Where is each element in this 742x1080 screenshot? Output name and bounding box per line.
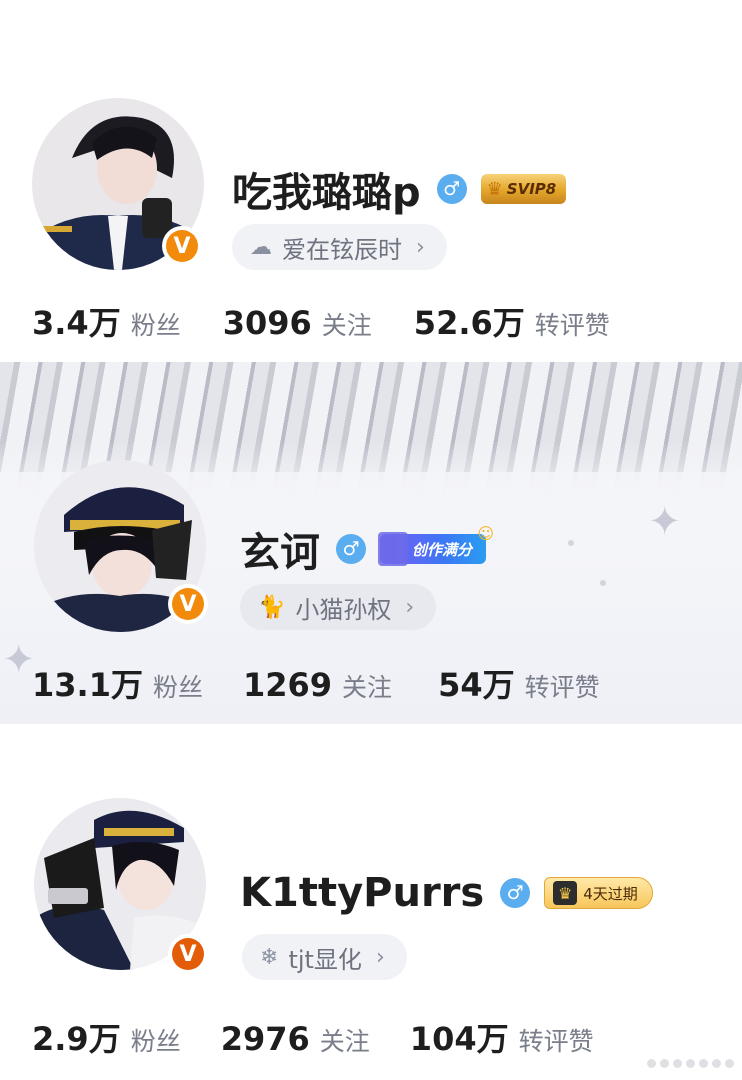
stat-number: 104万	[409, 1020, 509, 1058]
crown-icon: ♛	[486, 178, 503, 200]
sparkle-icon: ✦	[648, 499, 682, 545]
chevron-right-icon: ›	[416, 234, 425, 260]
name-row: 玄诃 ♂ 创作满分 ☺	[240, 520, 494, 578]
stat-followers[interactable]: 3.4万 粉丝	[32, 298, 181, 344]
stat-interactions[interactable]: 52.6万 转评赞	[414, 298, 610, 344]
stat-label: 转评赞	[534, 311, 610, 340]
male-icon: ♂	[336, 534, 366, 564]
profile-card-3: V K1ttyPurrs ♂ ♛ 4天过期 ❄ tjt显化 › 2.9万 粉丝 …	[0, 724, 742, 1080]
decor-dot	[568, 540, 574, 546]
stat-number: 2976	[220, 1020, 310, 1058]
stat-number: 1269	[242, 666, 333, 704]
chevron-right-icon: ›	[405, 594, 415, 620]
cat-icon: 🐈	[258, 594, 286, 620]
verified-badge: V	[168, 584, 208, 624]
username[interactable]: 玄诃	[240, 520, 320, 578]
stat-interactions[interactable]: 54万 转评赞	[438, 660, 600, 706]
username[interactable]: 吃我璐璐p	[232, 160, 421, 218]
chevron-right-icon: ›	[375, 944, 385, 970]
creator-label: 创作满分	[412, 540, 473, 559]
stat-label: 转评赞	[518, 1027, 594, 1056]
watermark-dots	[647, 1059, 734, 1068]
group-pill[interactable]: 🐈 小猫孙权 ›	[240, 584, 437, 630]
stat-interactions[interactable]: 104万 转评赞	[410, 1014, 594, 1060]
name-row: K1ttyPurrs ♂ ♛ 4天过期	[240, 870, 653, 916]
svip-label: SVIP8	[506, 180, 557, 198]
stat-label: 粉丝	[130, 1027, 181, 1056]
group-label: 爱在铉辰时	[282, 235, 402, 264]
stat-following[interactable]: 1269 关注	[243, 666, 392, 704]
sparkle-icon: ✦	[2, 637, 36, 683]
verified-v-icon: V	[172, 938, 204, 970]
stat-following[interactable]: 2976 关注	[221, 1020, 370, 1058]
group-label: tjt显化	[288, 945, 362, 974]
crown-icon: ♛	[553, 881, 578, 905]
profile-card-1: V 吃我璐璐p ♂ ♛ SVIP8 ☁ 爱在铉辰时 › 3.4万 粉丝 3096…	[0, 0, 742, 362]
name-row: 吃我璐璐p ♂ ♛ SVIP8	[232, 160, 567, 218]
verified-v-icon: V	[172, 588, 204, 620]
group-pill[interactable]: ☁ 爱在铉辰时 ›	[232, 224, 447, 270]
stat-number: 3096	[222, 304, 312, 342]
membership-expiry-badge[interactable]: ♛ 4天过期	[544, 877, 653, 909]
puzzle-icon	[378, 532, 408, 566]
verified-badge: V	[162, 226, 202, 266]
verified-badge: V	[168, 934, 208, 974]
stats-row: 2.9万 粉丝 2976 关注 104万 转评赞	[32, 1014, 594, 1060]
stat-label: 关注	[319, 1027, 370, 1056]
smile-icon: ☺	[477, 524, 495, 543]
verified-v-icon: V	[166, 230, 198, 262]
stat-followers[interactable]: 2.9万 粉丝	[32, 1014, 181, 1060]
stats-row: 3.4万 粉丝 3096 关注 52.6万 转评赞	[32, 298, 610, 344]
stat-number: 13.1万	[32, 666, 143, 704]
stat-label: 关注	[342, 673, 393, 702]
male-icon: ♂	[500, 878, 531, 908]
stat-label: 转评赞	[524, 673, 600, 702]
stat-number: 2.9万	[32, 1020, 121, 1058]
group-pill[interactable]: ❄ tjt显化 ›	[242, 934, 407, 980]
snowflake-icon: ❄	[260, 944, 279, 970]
group-label: 小猫孙权	[295, 595, 392, 624]
stat-label: 粉丝	[130, 311, 181, 340]
expiry-label: 4天过期	[583, 884, 638, 903]
stat-number: 52.6万	[413, 304, 525, 342]
male-icon: ♂	[436, 174, 467, 204]
stat-label: 粉丝	[152, 673, 203, 702]
stat-following[interactable]: 3096 关注	[223, 304, 372, 342]
stat-number: 3.4万	[32, 304, 121, 342]
stats-row: 13.1万 粉丝 1269 关注 54万 转评赞	[32, 660, 600, 706]
stat-label: 关注	[321, 311, 372, 340]
cloud-icon: ☁	[250, 234, 272, 260]
stat-number: 54万	[438, 666, 515, 704]
creator-badge[interactable]: 创作满分 ☺	[378, 524, 494, 566]
username[interactable]: K1ttyPurrs	[240, 870, 484, 916]
decor-dot	[600, 580, 606, 586]
stat-followers[interactable]: 13.1万 粉丝	[32, 660, 203, 706]
svip-badge[interactable]: ♛ SVIP8	[480, 174, 567, 204]
profile-card-2: ✦ ✦ ✦ V 玄诃 ♂ 创作满分 ☺ 🐈 小猫孙权 ›	[0, 362, 742, 724]
